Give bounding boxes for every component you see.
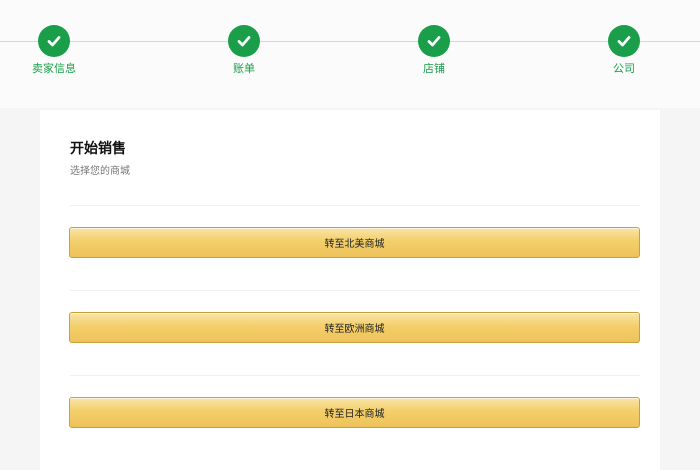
divider	[70, 290, 640, 291]
page-title: 开始销售	[70, 141, 126, 157]
divider	[70, 375, 640, 376]
step-billing: 账单	[204, 25, 284, 76]
checkmark-icon	[608, 25, 640, 57]
step-label: 店铺	[423, 62, 445, 75]
step-label: 卖家信息	[32, 62, 76, 75]
step-label: 账单	[233, 62, 255, 75]
marketplace-card: 开始销售 选择您的商城 转至北美商城 转至欧洲商城 转至日本商城	[40, 110, 660, 470]
step-company: 公司	[584, 25, 664, 76]
page-subtitle: 选择您的商城	[70, 166, 130, 177]
step-store: 店铺	[394, 25, 474, 76]
registration-page: 卖家信息 账单 店铺 公司 开始销售 选择您的商城 转至北美商城 转至欧洲商城	[0, 0, 700, 470]
north-america-marketplace-button[interactable]: 转至北美商城	[69, 227, 640, 258]
japan-marketplace-button[interactable]: 转至日本商城	[69, 397, 640, 428]
checkmark-icon	[228, 25, 260, 57]
progress-stepper: 卖家信息 账单 店铺 公司	[0, 0, 700, 108]
checkmark-icon	[38, 25, 70, 57]
divider	[70, 205, 640, 206]
europe-marketplace-button[interactable]: 转至欧洲商城	[69, 312, 640, 343]
step-seller-info: 卖家信息	[14, 25, 94, 76]
checkmark-icon	[418, 25, 450, 57]
step-label: 公司	[613, 62, 635, 75]
